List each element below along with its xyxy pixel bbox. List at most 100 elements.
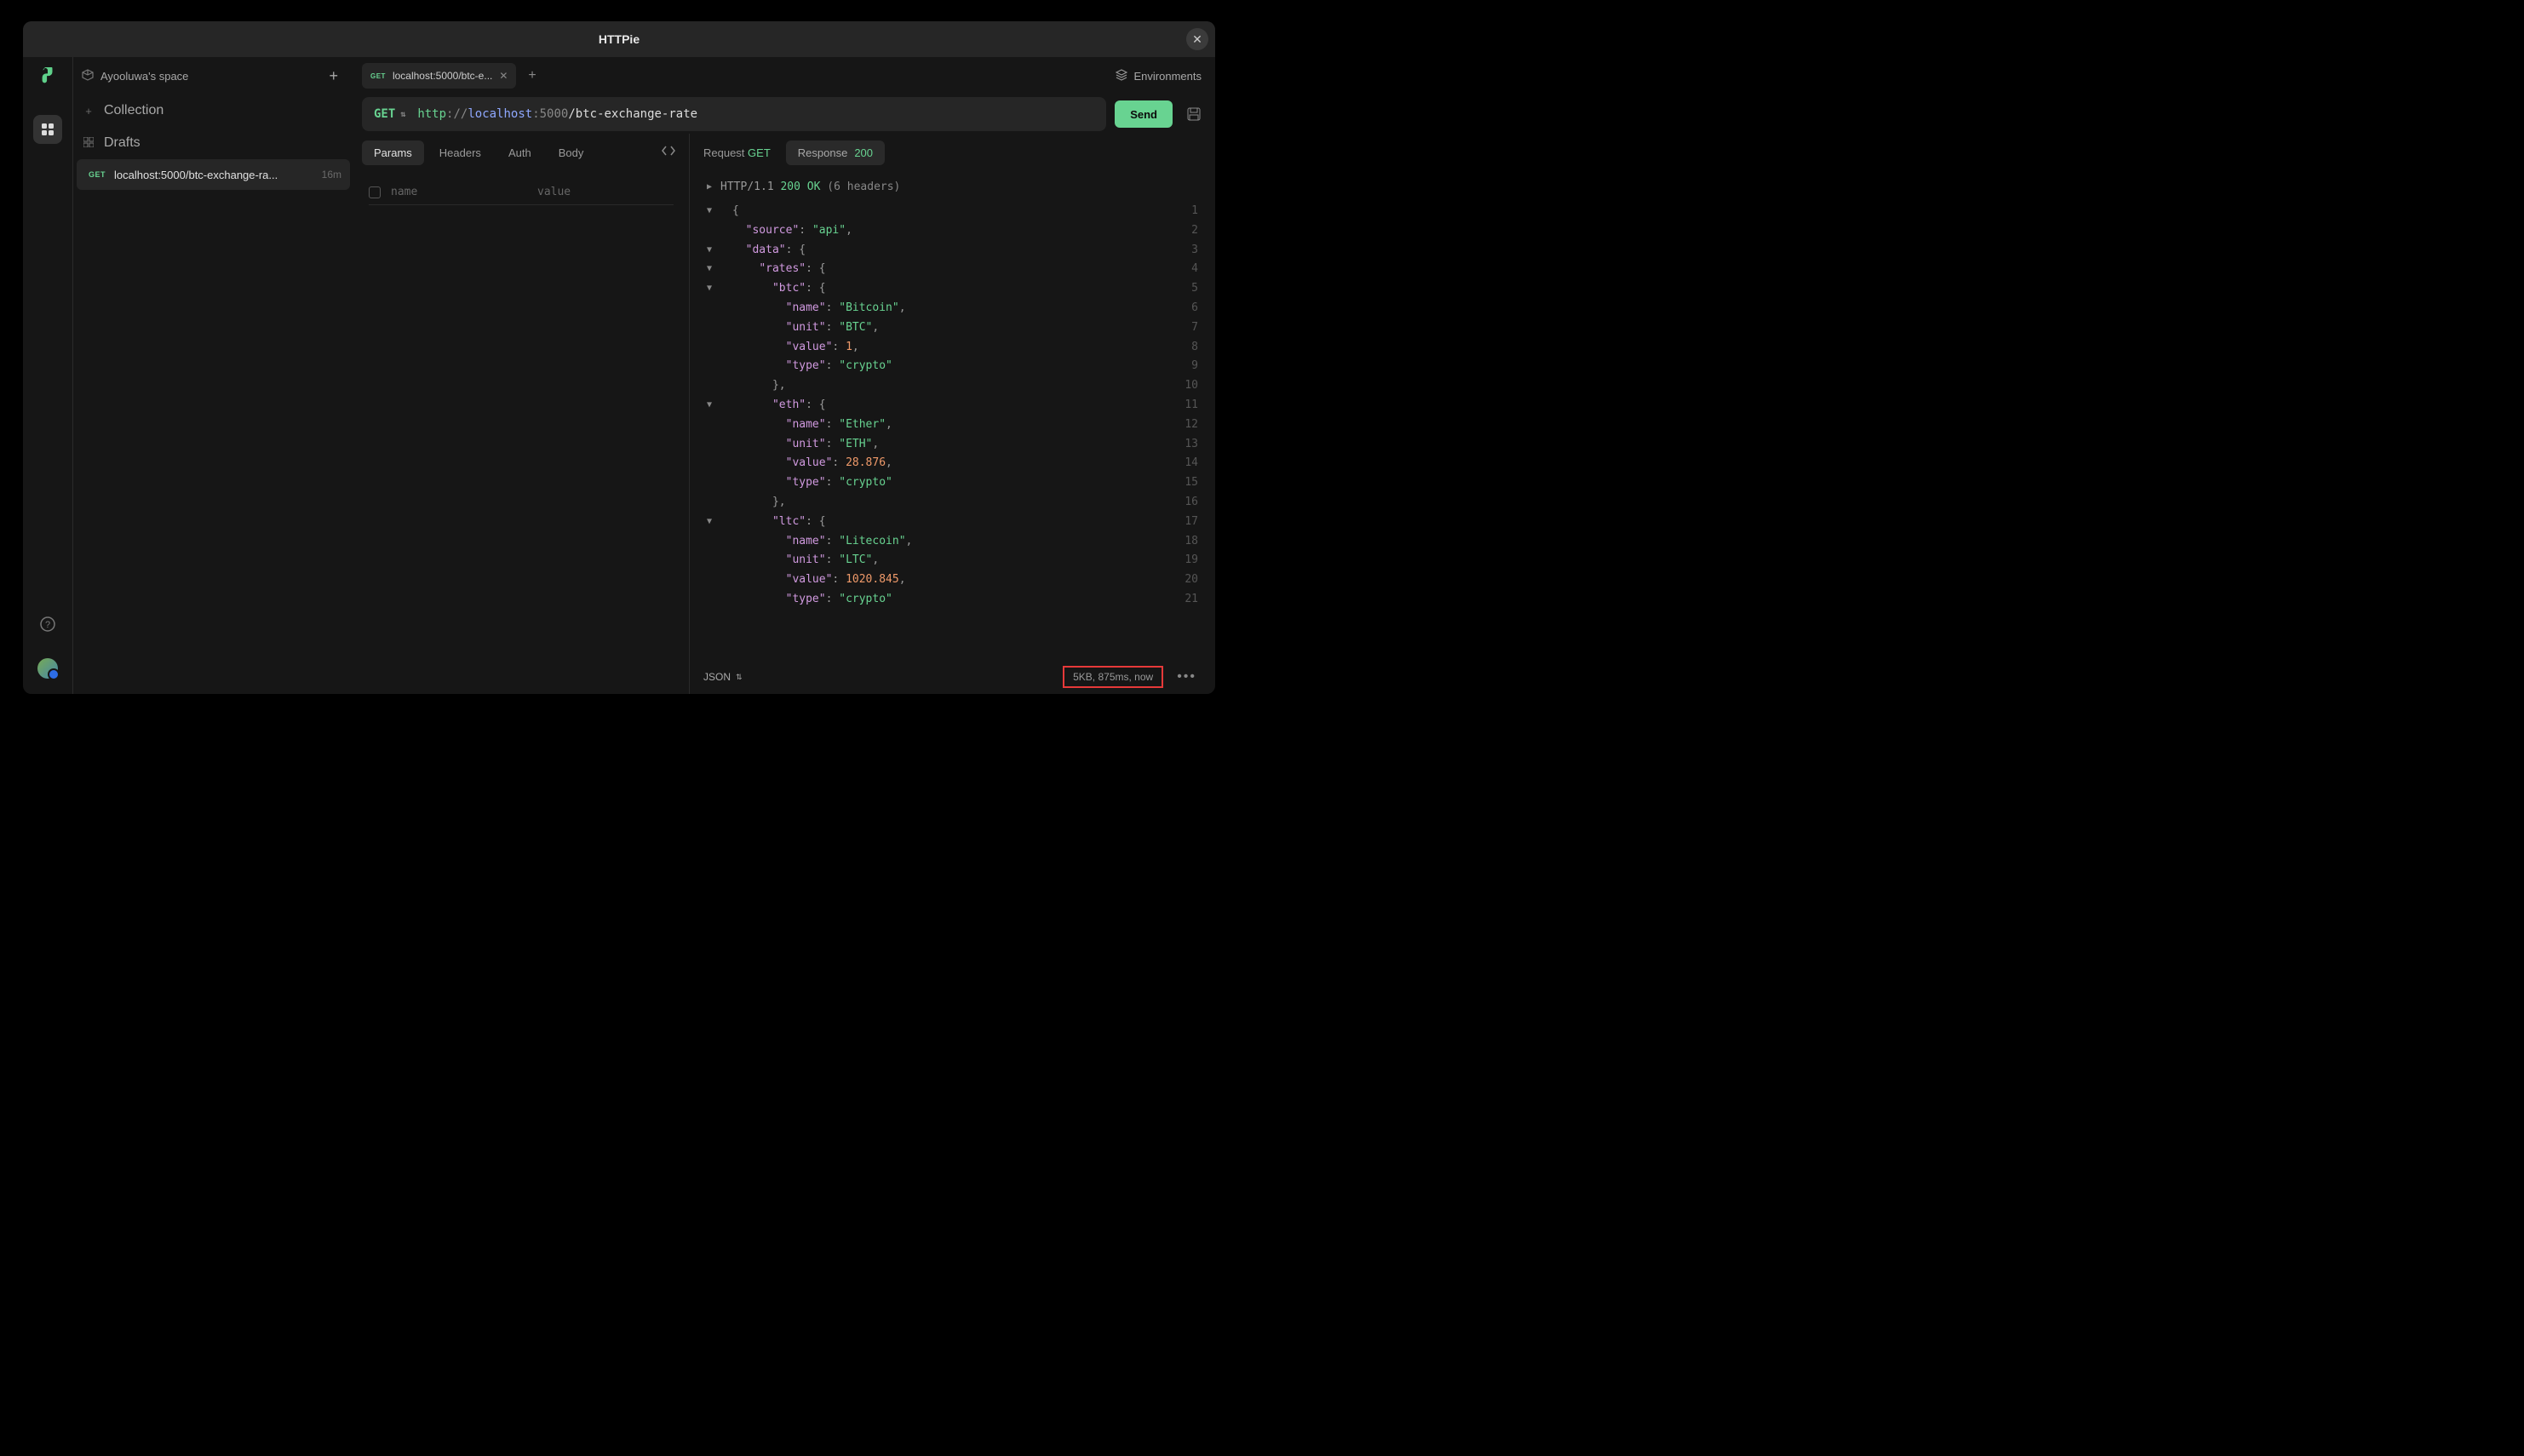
new-space-icon[interactable]: + (322, 64, 345, 89)
line-number: 14 (1160, 454, 1198, 473)
json-line: ▼ "ltc": {17 (707, 513, 1198, 532)
environments-button[interactable]: Environments (1110, 69, 1207, 83)
panels: Params Headers Auth Body name va (353, 134, 1215, 694)
sidebar-header: Ayooluwa's space + (73, 57, 353, 95)
expand-icon[interactable]: ▶ (707, 182, 712, 192)
line-number: 7 (1160, 318, 1198, 338)
method-badge: GET (89, 170, 106, 179)
json-line: ▼ "rates": {4 (707, 260, 1198, 279)
json-line: "name": "Litecoin",18 (707, 532, 1198, 552)
json-line: "source": "api",2 (707, 221, 1198, 241)
json-line: "value": 28.876,14 (707, 454, 1198, 473)
send-button[interactable]: Send (1115, 100, 1173, 128)
body: ? Ayooluwa's space + + Collection Drafts (23, 57, 1215, 694)
sidebar-collection[interactable]: + Collection (73, 95, 353, 127)
json-view[interactable]: ▼{1 "source": "api",2▼ "data": {3▼ "rate… (690, 202, 1215, 660)
line-number: 10 (1160, 376, 1198, 396)
fold-icon[interactable]: ▼ (707, 241, 732, 261)
environments-label: Environments (1134, 70, 1202, 83)
line-number: 8 (1160, 338, 1198, 358)
tab-body[interactable]: Body (547, 140, 596, 165)
chevron-updown-icon: ⇅ (400, 110, 405, 119)
json-line: ▼ "eth": {11 (707, 396, 1198, 416)
draft-item[interactable]: GET localhost:5000/btc-exchange-ra... 16… (77, 159, 350, 190)
fold-icon[interactable]: ▼ (707, 202, 732, 221)
code-icon[interactable] (657, 140, 680, 166)
drafts-icon (82, 137, 95, 150)
plus-icon: + (82, 105, 95, 118)
tab-params[interactable]: Params (362, 140, 424, 165)
json-line: "type": "crypto"21 (707, 590, 1198, 610)
line-number: 6 (1160, 299, 1198, 318)
line-number: 16 (1160, 493, 1198, 513)
tabbar: GET localhost:5000/btc-e... ✕ + Environm… (353, 57, 1215, 95)
line-number: 5 (1160, 279, 1198, 299)
drafts-label: Drafts (104, 135, 141, 151)
json-line: "value": 1020.845,20 (707, 570, 1198, 590)
param-checkbox[interactable] (369, 186, 381, 198)
line-number: 1 (1160, 202, 1198, 221)
response-stats: 5KB, 875ms, now (1063, 666, 1163, 688)
method-select[interactable]: GET ⇅ (374, 107, 405, 121)
line-number: 13 (1160, 435, 1198, 455)
json-line: "name": "Ether",12 (707, 416, 1198, 435)
request-panel: Params Headers Auth Body name va (353, 134, 690, 694)
json-line: "name": "Bitcoin",6 (707, 299, 1198, 318)
param-row[interactable]: name value (369, 180, 674, 205)
chevron-updown-icon: ⇅ (736, 673, 743, 682)
fold-icon[interactable]: ▼ (707, 260, 732, 279)
line-number: 9 (1160, 357, 1198, 376)
collections-icon[interactable] (33, 115, 62, 144)
tab-method: GET (370, 72, 386, 80)
request-label[interactable]: Request GET (703, 146, 771, 159)
request-tab[interactable]: GET localhost:5000/btc-e... ✕ (362, 63, 516, 89)
response-panel: Request GET Response 200 ▶ HTTP/1.1 (690, 134, 1215, 694)
request-tabs: Params Headers Auth Body (353, 134, 689, 171)
url-row: GET ⇅ http://localhost:5000/btc-exchange… (353, 95, 1215, 134)
response-header: Request GET Response 200 (690, 134, 1215, 171)
line-number: 12 (1160, 416, 1198, 435)
more-icon[interactable]: ••• (1172, 664, 1202, 690)
main: GET localhost:5000/btc-e... ✕ + Environm… (353, 57, 1215, 694)
json-line: "unit": "BTC",7 (707, 318, 1198, 338)
new-tab-icon[interactable]: + (523, 63, 541, 89)
url-bar[interactable]: GET ⇅ http://localhost:5000/btc-exchange… (362, 97, 1106, 131)
left-rail: ? (23, 57, 72, 694)
space-icon (82, 69, 94, 83)
json-line: "type": "crypto"15 (707, 473, 1198, 493)
space-name[interactable]: Ayooluwa's space (100, 70, 315, 83)
close-icon[interactable]: ✕ (1186, 28, 1208, 50)
line-number: 21 (1160, 590, 1198, 610)
tab-text: localhost:5000/btc-e... (393, 70, 492, 82)
json-line: "unit": "ETH",13 (707, 435, 1198, 455)
line-number: 17 (1160, 513, 1198, 532)
http-status-line: HTTP/1.1 200 OK (6 headers) (720, 181, 900, 193)
fold-icon[interactable]: ▼ (707, 279, 732, 299)
sidebar-drafts[interactable]: Drafts (73, 127, 353, 159)
param-name[interactable]: name (391, 186, 527, 198)
tab-headers[interactable]: Headers (427, 140, 493, 165)
httpie-logo-icon (39, 67, 56, 86)
response-footer: JSON ⇅ 5KB, 875ms, now ••• (690, 660, 1215, 694)
close-tab-icon[interactable]: ✕ (499, 70, 508, 82)
user-avatar[interactable] (37, 658, 58, 679)
json-line: },16 (707, 493, 1198, 513)
tab-auth[interactable]: Auth (496, 140, 543, 165)
titlebar: HTTPie ✕ (23, 21, 1215, 57)
param-value[interactable]: value (537, 186, 674, 198)
json-line: },10 (707, 376, 1198, 396)
fold-icon[interactable]: ▼ (707, 513, 732, 532)
help-icon[interactable]: ? (37, 614, 58, 634)
json-line: "value": 1,8 (707, 338, 1198, 358)
url-input[interactable]: http://localhost:5000/btc-exchange-rate (417, 107, 697, 121)
line-number: 2 (1160, 221, 1198, 241)
json-line: ▼{1 (707, 202, 1198, 221)
line-number: 4 (1160, 260, 1198, 279)
status-row[interactable]: ▶ HTTP/1.1 200 OK (6 headers) (690, 171, 1215, 202)
line-number: 11 (1160, 396, 1198, 416)
fold-icon[interactable]: ▼ (707, 396, 732, 416)
json-line: ▼ "btc": {5 (707, 279, 1198, 299)
save-icon[interactable] (1181, 101, 1207, 127)
format-select[interactable]: JSON ⇅ (703, 671, 743, 683)
response-pill[interactable]: Response 200 (786, 140, 885, 165)
